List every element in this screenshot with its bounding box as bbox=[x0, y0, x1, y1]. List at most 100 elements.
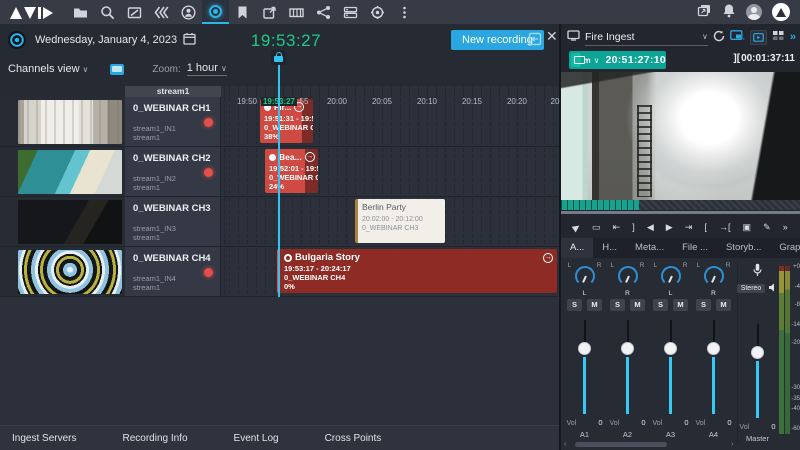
open-recording-icon[interactable]: → bbox=[304, 152, 315, 162]
monitor-scrollbar[interactable] bbox=[561, 211, 800, 214]
calendar-icon[interactable] bbox=[183, 32, 196, 48]
more-icon[interactable] bbox=[391, 0, 418, 24]
volume-fader[interactable] bbox=[578, 320, 591, 414]
audio-channels-icon[interactable] bbox=[772, 30, 785, 44]
goto-out-icon[interactable]: →[ bbox=[719, 222, 731, 232]
pan-knob[interactable] bbox=[660, 266, 681, 286]
tab-file[interactable]: File ... bbox=[673, 238, 717, 258]
tab-cross-points[interactable]: Cross Points bbox=[325, 433, 382, 444]
volume-fader[interactable] bbox=[664, 320, 677, 414]
play-icon[interactable]: ▶ bbox=[666, 222, 673, 233]
pan-position: R bbox=[625, 290, 630, 297]
volume-fader[interactable] bbox=[707, 320, 720, 414]
step-back-icon[interactable]: ◀ bbox=[647, 222, 654, 233]
mixer-scrollbar[interactable] bbox=[575, 442, 667, 447]
open-recording-icon[interactable]: → bbox=[543, 252, 553, 263]
tab-headers[interactable]: H... bbox=[593, 238, 626, 258]
settings-icon[interactable] bbox=[364, 0, 391, 24]
goto-in-icon[interactable]: ⇤ bbox=[613, 222, 621, 233]
recording-block[interactable]: Bulgaria Story → 19:53:17 - 20:24:17 0_WE… bbox=[277, 249, 557, 293]
timecode-mode[interactable]: m bbox=[584, 56, 591, 65]
playhead-line[interactable] bbox=[278, 64, 280, 297]
speaker-icon[interactable] bbox=[768, 283, 778, 295]
scroll-left-icon[interactable]: ‹ bbox=[564, 441, 566, 448]
servers-icon[interactable] bbox=[337, 0, 364, 24]
stereo-mode-select[interactable]: Stereo bbox=[736, 284, 766, 293]
fader-thumb[interactable] bbox=[578, 342, 591, 355]
pan-knob[interactable] bbox=[703, 266, 724, 286]
ingest-record-icon[interactable] bbox=[202, 0, 229, 24]
tab-storyboard[interactable]: Storyb... bbox=[717, 238, 770, 258]
meter-tick: -60 bbox=[791, 426, 800, 432]
volume-fader[interactable] bbox=[621, 320, 634, 414]
meter-tick: -8 bbox=[794, 302, 800, 308]
mark-out-icon[interactable]: ] bbox=[632, 222, 635, 232]
mark-in-icon[interactable]: [ bbox=[704, 222, 707, 232]
mute-button[interactable]: M bbox=[587, 299, 602, 311]
vol-label: Vol bbox=[739, 424, 750, 431]
zoom-select[interactable]: 1 hour ∨ bbox=[186, 62, 227, 76]
share-icon[interactable] bbox=[310, 0, 337, 24]
step-forward-icon[interactable]: ⇥ bbox=[685, 222, 693, 233]
mute-button[interactable]: M bbox=[630, 299, 645, 311]
users-icon[interactable] bbox=[175, 0, 202, 24]
channels-view-dropdown[interactable]: Channels view ∨ bbox=[8, 63, 88, 75]
tab-ingest-servers[interactable]: Ingest Servers bbox=[12, 433, 76, 444]
playhead-lock-icon[interactable] bbox=[271, 50, 286, 65]
versions-icon[interactable] bbox=[148, 0, 175, 24]
more-panel-options-icon[interactable]: » bbox=[790, 31, 796, 43]
fader-thumb[interactable] bbox=[751, 346, 764, 359]
markers-icon[interactable] bbox=[283, 0, 310, 24]
refresh-icon[interactable] bbox=[713, 30, 725, 45]
ruler-tick: 20:05 bbox=[371, 97, 393, 106]
mute-button[interactable]: M bbox=[673, 299, 688, 311]
more-transport-icon[interactable]: » bbox=[783, 222, 788, 232]
folder-icon[interactable] bbox=[67, 0, 94, 24]
solo-button[interactable]: S bbox=[567, 299, 582, 311]
monitor-view-toggle-icon[interactable] bbox=[110, 63, 125, 75]
windows-icon[interactable] bbox=[696, 3, 712, 21]
notifications-bell-icon[interactable] bbox=[722, 3, 736, 21]
tab-recording-info[interactable]: Recording Info bbox=[122, 433, 187, 444]
current-time: 19:53:27 bbox=[250, 31, 322, 50]
account-avatar[interactable] bbox=[746, 4, 762, 20]
solo-button[interactable]: S bbox=[653, 299, 668, 311]
bookmark-icon[interactable] bbox=[229, 0, 256, 24]
search-icon[interactable] bbox=[94, 0, 121, 24]
fader-thumb[interactable] bbox=[664, 342, 677, 355]
mic-icon[interactable] bbox=[753, 262, 762, 278]
open-in-new-icon[interactable] bbox=[528, 32, 542, 49]
pan-knob[interactable] bbox=[574, 266, 595, 286]
pip-layout-icon[interactable] bbox=[730, 30, 745, 44]
tab-event-log[interactable]: Event Log bbox=[234, 433, 279, 444]
scheduled-recording-block[interactable]: Berlin Party 20:02:00 - 20:12:00 0_WEBIN… bbox=[355, 199, 445, 243]
match-frame-icon[interactable]: ▣ bbox=[743, 222, 752, 233]
monitor-source-select[interactable]: Fire Ingest ∨ bbox=[585, 29, 708, 46]
fader-thumb[interactable] bbox=[707, 342, 720, 355]
timecode-display[interactable]: m ∨ 20:51:27:10 bbox=[569, 51, 666, 69]
timeline-cell[interactable]: Bulgaria Story → 19:53:17 - 20:24:17 0_WE… bbox=[221, 247, 559, 296]
avid-avatar[interactable] bbox=[772, 3, 790, 21]
tab-audio[interactable]: A... bbox=[561, 238, 594, 258]
close-icon[interactable]: ✕ bbox=[546, 28, 558, 45]
mute-button[interactable]: M bbox=[716, 299, 731, 311]
solo-button[interactable]: S bbox=[610, 299, 625, 311]
fader-thumb[interactable] bbox=[621, 342, 634, 355]
master-fader[interactable] bbox=[751, 324, 764, 418]
edit-icon[interactable] bbox=[121, 0, 148, 24]
tab-metadata[interactable]: Meta... bbox=[626, 238, 673, 258]
export-icon[interactable] bbox=[256, 0, 283, 24]
scroll-right-icon[interactable]: › bbox=[731, 441, 733, 448]
monitor-progress-bar[interactable] bbox=[561, 200, 800, 210]
annotate-icon[interactable]: ✎ bbox=[763, 222, 771, 233]
audio-monitor-icon[interactable]: ▭ bbox=[592, 222, 601, 233]
current-date[interactable]: Wednesday, January 4, 2023 bbox=[35, 34, 177, 46]
video-monitor-icon[interactable] bbox=[749, 29, 767, 45]
timeline-cell[interactable]: Berlin Party 20:02:00 - 20:12:00 0_WEBIN… bbox=[221, 197, 559, 246]
tab-graphics[interactable]: Grap... bbox=[770, 238, 800, 258]
solo-button[interactable]: S bbox=[696, 299, 711, 311]
pan-knob[interactable] bbox=[617, 266, 638, 286]
recording-block[interactable]: Bea...→ 19:52:01 - 19:57 0_WEBINAR CH2 2… bbox=[265, 149, 318, 193]
send-icon[interactable]: ▶ bbox=[571, 221, 583, 234]
timeline-cell[interactable]: Bea...→ 19:52:01 - 19:57 0_WEBINAR CH2 2… bbox=[221, 147, 559, 196]
